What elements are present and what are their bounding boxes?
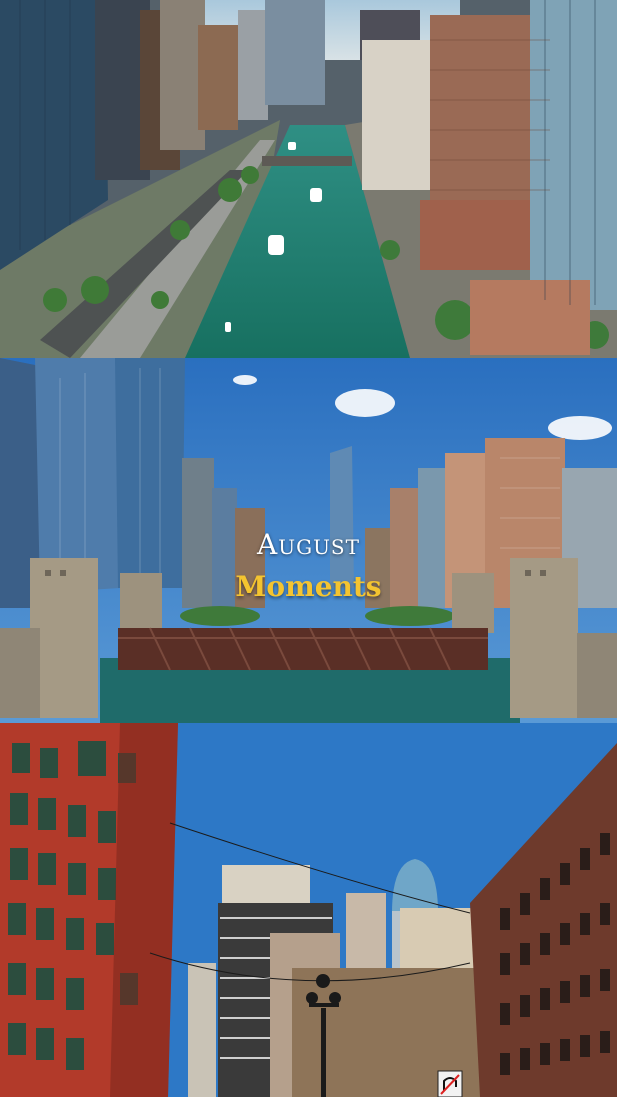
- distant-bridge: [262, 156, 352, 166]
- bridge-river-photo: August Moments: [0, 358, 617, 723]
- title-line-2: Moments: [0, 570, 617, 603]
- title-moments: Moments: [235, 570, 382, 603]
- title-line-1: August: [0, 528, 617, 561]
- street-buildings-photo: [0, 723, 617, 1097]
- distant-tower: [330, 446, 354, 588]
- no-u-turn-sign: [437, 1070, 463, 1097]
- aerial-river-photo: [0, 0, 617, 358]
- title-august: August: [257, 528, 360, 561]
